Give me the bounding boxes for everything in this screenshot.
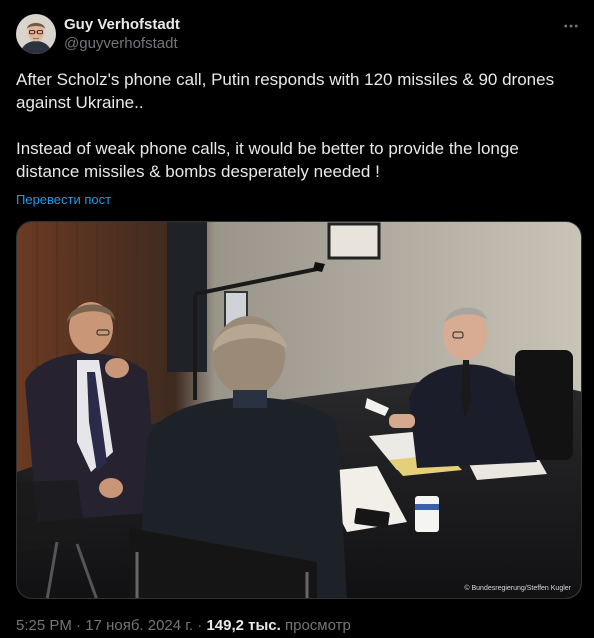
tweet-header: Guy Verhofstadt @guyverhofstadt [16, 13, 582, 57]
meta-separator: · [197, 617, 203, 634]
meta-separator: · [76, 617, 82, 634]
tweet-text: After Scholz's phone call, Putin respond… [16, 70, 555, 181]
views-count[interactable]: 149,2 тыс. [206, 617, 280, 634]
author-handle[interactable]: @guyverhofstadt [64, 34, 180, 53]
author-display-name[interactable]: Guy Verhofstadt [64, 15, 180, 34]
tweet-time[interactable]: 5:25 PM [16, 617, 72, 634]
more-options-button[interactable] [560, 15, 582, 37]
author-names: Guy Verhofstadt @guyverhofstadt [64, 15, 180, 53]
photo-credit: © Bundesregierung/Steffen Kugler [464, 585, 571, 592]
meeting-photo-image [17, 222, 581, 598]
tweet-date[interactable]: 17 нояб. 2024 г. [85, 617, 193, 634]
tweet-meta: 5:25 PM · 17 нояб. 2024 г. · 149,2 тыс. … [16, 617, 351, 635]
views-label: просмотр [284, 617, 351, 634]
translate-post-link[interactable]: Перевести пост [16, 192, 111, 208]
avatar-portrait-icon [16, 14, 56, 54]
author-avatar[interactable] [16, 14, 56, 54]
tweet-photo[interactable]: © Bundesregierung/Steffen Kugler [16, 221, 582, 599]
ellipsis-icon [564, 24, 578, 28]
